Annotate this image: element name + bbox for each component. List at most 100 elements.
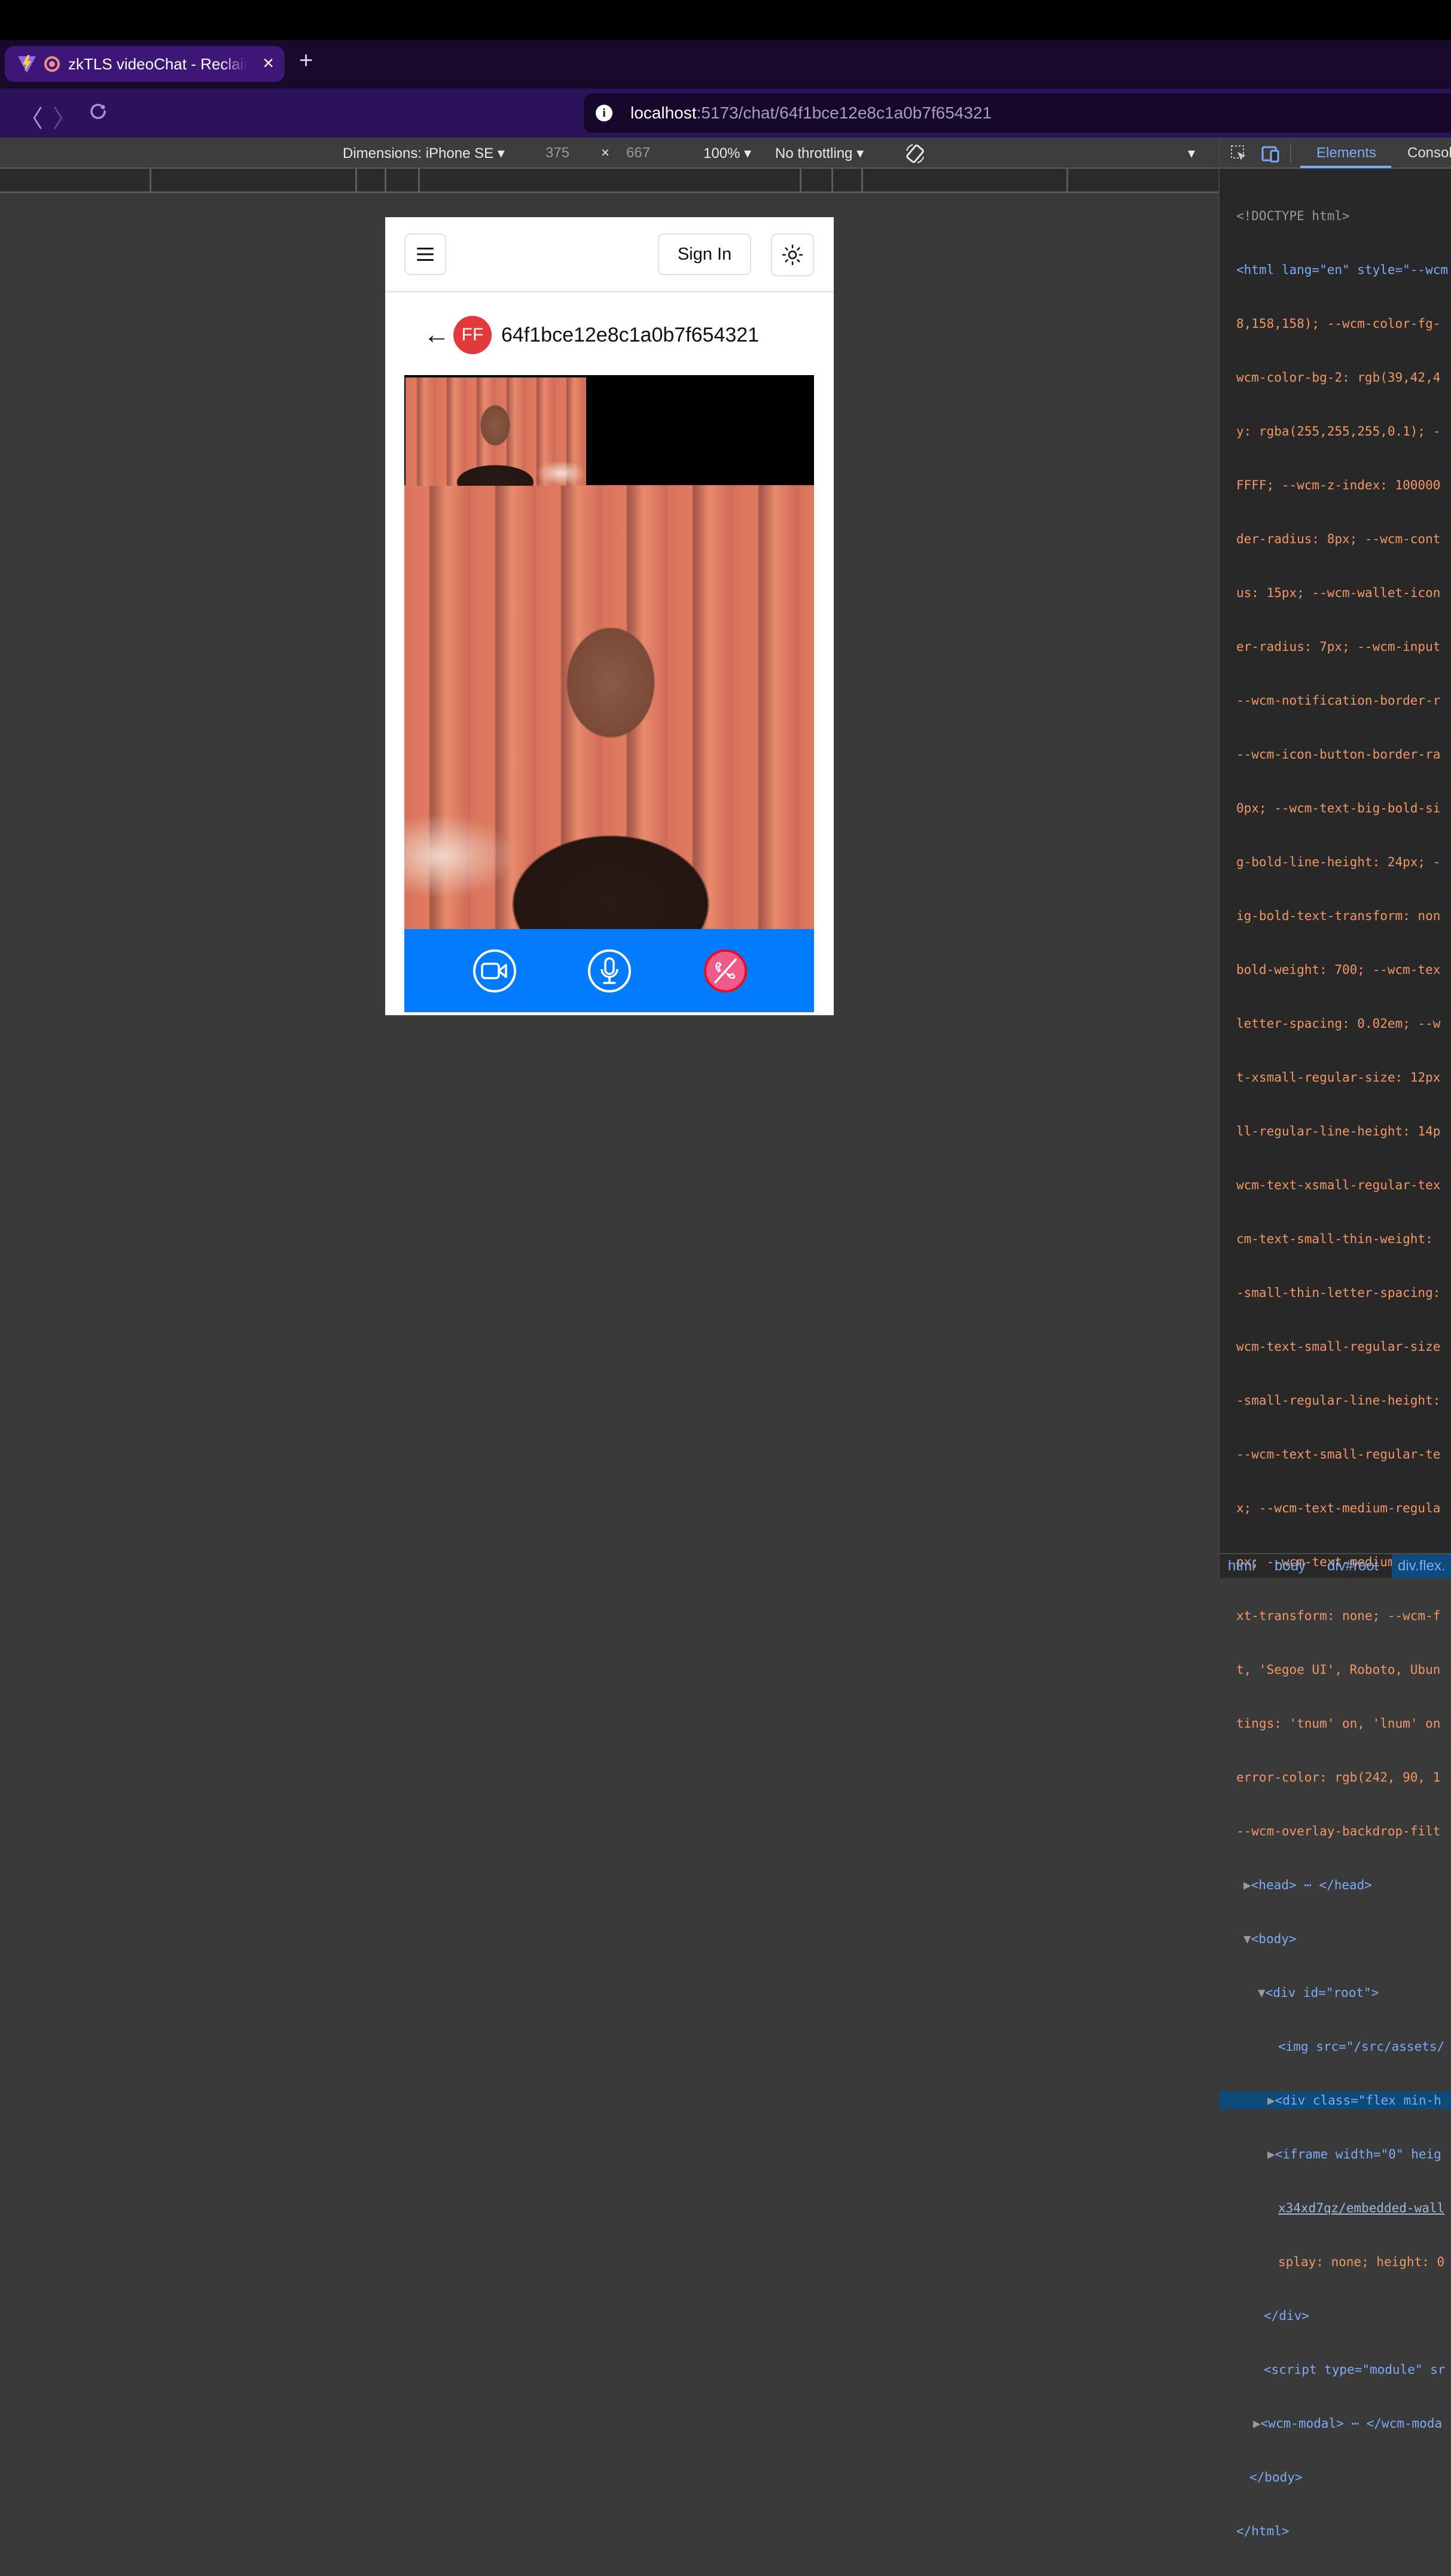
ruler-tick[interactable] [831, 169, 833, 191]
code-line[interactable]: t-xsmall-regular-size: 12px [1220, 1068, 1451, 1086]
code-line[interactable]: <html lang="en" style="--wcm [1220, 261, 1451, 279]
chat-id-title: 64f1bce12e8c1a0b7f654321 [501, 323, 760, 346]
menu-button[interactable] [404, 233, 446, 275]
code-line[interactable]: 0px; --wcm-text-big-bold-si [1220, 799, 1451, 817]
code-line[interactable]: cm-text-small-thin-weight: [1220, 1230, 1451, 1248]
viewport-width-input[interactable]: 375 [545, 145, 569, 162]
call-controls-bar [404, 929, 814, 1012]
tree-node-iframe[interactable]: ▶<iframe width="0" heig [1220, 2145, 1451, 2163]
code-line[interactable]: --wcm-icon-button-border-ra [1220, 745, 1451, 763]
tab-console[interactable]: Consol [1407, 145, 1451, 162]
tree-node-html-close[interactable]: </html> [1220, 2522, 1451, 2540]
ruler-tick[interactable] [800, 169, 801, 191]
throttling-select[interactable]: No throttling ▾ [775, 145, 864, 162]
code-line[interactable]: der-radius: 8px; --wcm-cont [1220, 530, 1451, 548]
tab-elements[interactable]: Elements [1316, 145, 1376, 162]
device-toolbar-more-icon[interactable]: ▾ [1188, 145, 1195, 162]
tree-node-body-close[interactable]: </body> [1220, 2468, 1451, 2486]
code-line[interactable]: t, 'Segoe UI', Roboto, Ubun [1220, 1661, 1451, 1679]
tree-node-iframe-src[interactable]: x34xd7qz/embedded-wall [1220, 2199, 1451, 2217]
tab-title: zkTLS videoChat - Reclaim [68, 54, 248, 73]
code-line[interactable]: --wcm-overlay-backdrop-filt [1220, 1822, 1451, 1840]
mobile-app-frame: Sign In ← FF 64f1bce12e8c1a0b7f654321 [385, 217, 834, 1015]
tree-node-iframe-style[interactable]: splay: none; height: 0 [1220, 2253, 1451, 2271]
phone-off-icon [714, 958, 737, 983]
ruler-tick[interactable] [1066, 169, 1068, 191]
code-line[interactable]: g-bold-line-height: 24px; - [1220, 853, 1451, 871]
inspect-element-icon[interactable] [1230, 145, 1248, 163]
video-camera-icon [481, 963, 507, 979]
elements-tree: <!DOCTYPE html> <html lang="en" style="-… [1220, 171, 1451, 2576]
breadcrumb-body[interactable]: body [1275, 1558, 1306, 1575]
tab-close-icon[interactable]: × [263, 52, 274, 74]
code-line[interactable]: letter-spacing: 0.02em; --w [1220, 1015, 1451, 1033]
code-line[interactable]: y: rgba(255,255,255,0.1); - [1220, 422, 1451, 440]
avatar: FF [453, 316, 492, 354]
ruler-tick[interactable] [861, 169, 863, 191]
code-line[interactable]: ig-bold-text-transform: non [1220, 907, 1451, 925]
code-line[interactable]: tings: 'tnum' on, 'lnum' on [1220, 1715, 1451, 1732]
site-info-icon[interactable]: i [596, 105, 612, 121]
back-arrow-icon[interactable]: ← [423, 322, 450, 348]
tree-node-root[interactable]: ▼<div id="root"> [1220, 1984, 1451, 2002]
toggle-mic-button[interactable] [588, 949, 631, 992]
code-line[interactable]: wcm-text-xsmall-regular-tex [1220, 1176, 1451, 1194]
tree-node-div-flex-selected[interactable]: ▶<div class="flex min-h [1220, 2091, 1451, 2109]
toggle-video-button[interactable] [473, 949, 516, 992]
breadcrumb-root[interactable]: div#root [1327, 1558, 1378, 1575]
chat-header: ← FF 64f1bce12e8c1a0b7f654321 [385, 313, 834, 357]
code-line[interactable]: -small-regular-line-height: [1220, 1391, 1451, 1409]
code-line[interactable]: x; --wcm-text-medium-regula [1220, 1499, 1451, 1517]
code-line[interactable]: us: 15px; --wcm-wallet-icon [1220, 584, 1451, 602]
code-line[interactable]: xt-transform: none; --wcm-f [1220, 1607, 1451, 1625]
theme-toggle-button[interactable] [771, 233, 814, 276]
back-nav-icon[interactable]: 〈 [19, 99, 43, 134]
active-tab-indicator [1300, 166, 1391, 168]
device-toggle-icon[interactable] [1261, 145, 1281, 163]
reload-icon[interactable] [87, 101, 109, 122]
sign-in-button[interactable]: Sign In [658, 233, 751, 275]
vite-favicon-icon [18, 55, 36, 73]
code-line[interactable]: <!DOCTYPE html> [1220, 207, 1451, 225]
breadcrumb-div-flex[interactable]: div.flex. [1392, 1554, 1451, 1578]
os-top-bar [0, 0, 1451, 40]
hamburger-menu-icon [417, 248, 434, 261]
url-host: localhost [630, 103, 697, 122]
code-line[interactable]: -small-thin-letter-spacing: [1220, 1284, 1451, 1302]
zoom-select[interactable]: 100% ▾ [703, 145, 751, 162]
address-bar[interactable]: i localhost :5173/chat/64f1bce12e8c1a0b7… [584, 93, 1451, 133]
browser-nav-bar: 〈 〉 i localhost :5173/chat/64f1bce12e8c1… [0, 89, 1451, 138]
browser-tab-active[interactable]: zkTLS videoChat - Reclaim × [5, 46, 285, 82]
code-line[interactable]: ll-regular-line-height: 14p [1220, 1122, 1451, 1140]
end-call-button[interactable] [704, 949, 747, 992]
code-line[interactable]: 8,158,158); --wcm-color-fg- [1220, 315, 1451, 333]
tree-node-script[interactable]: <script type="module" sr [1220, 2361, 1451, 2379]
code-line[interactable]: error-color: rgb(242, 90, 1 [1220, 1768, 1451, 1786]
tree-node-body[interactable]: ▼<body> [1220, 1930, 1451, 1948]
forward-nav-icon[interactable]: 〉 [53, 99, 77, 134]
code-line[interactable]: FFFF; --wcm-z-index: 100000 [1220, 476, 1451, 494]
ruler-tick[interactable] [418, 169, 420, 191]
ruler-tick[interactable] [150, 169, 151, 191]
local-video-preview[interactable] [406, 377, 586, 486]
tree-node-div-close[interactable]: </div> [1220, 2307, 1451, 2325]
code-line[interactable]: bold-weight: 700; --wcm-tex [1220, 961, 1451, 979]
code-line[interactable]: er-radius: 7px; --wcm-input [1220, 638, 1451, 656]
ruler-tick[interactable] [385, 169, 386, 191]
ruler-tick[interactable] [355, 169, 357, 191]
rotate-device-icon[interactable] [904, 142, 926, 165]
new-tab-button[interactable]: + [299, 47, 313, 74]
remote-video-stream [404, 485, 814, 929]
code-line[interactable]: --wcm-notification-border-r [1220, 692, 1451, 710]
devtools-tab-bar: Elements Consol [1220, 138, 1451, 169]
breadcrumb-html[interactable]: html [1228, 1558, 1255, 1575]
device-dimensions-select[interactable]: Dimensions: iPhone SE ▾ [343, 145, 505, 162]
viewport-height-input[interactable]: 667 [626, 145, 650, 162]
dom-breadcrumbs: html body div#root div.flex. [1220, 1553, 1451, 1578]
tree-node-head[interactable]: ▶<head> ⋯ </head> [1220, 1876, 1451, 1894]
code-line[interactable]: wcm-color-bg-2: rgb(39,42,4 [1220, 369, 1451, 386]
tree-node-img[interactable]: <img src="/src/assets/ [1220, 2038, 1451, 2056]
code-line[interactable]: wcm-text-small-regular-size [1220, 1338, 1451, 1356]
tree-node-wcm-modal[interactable]: ▶<wcm-modal> ⋯ </wcm-moda [1220, 2414, 1451, 2432]
code-line[interactable]: --wcm-text-small-regular-te [1220, 1445, 1451, 1463]
